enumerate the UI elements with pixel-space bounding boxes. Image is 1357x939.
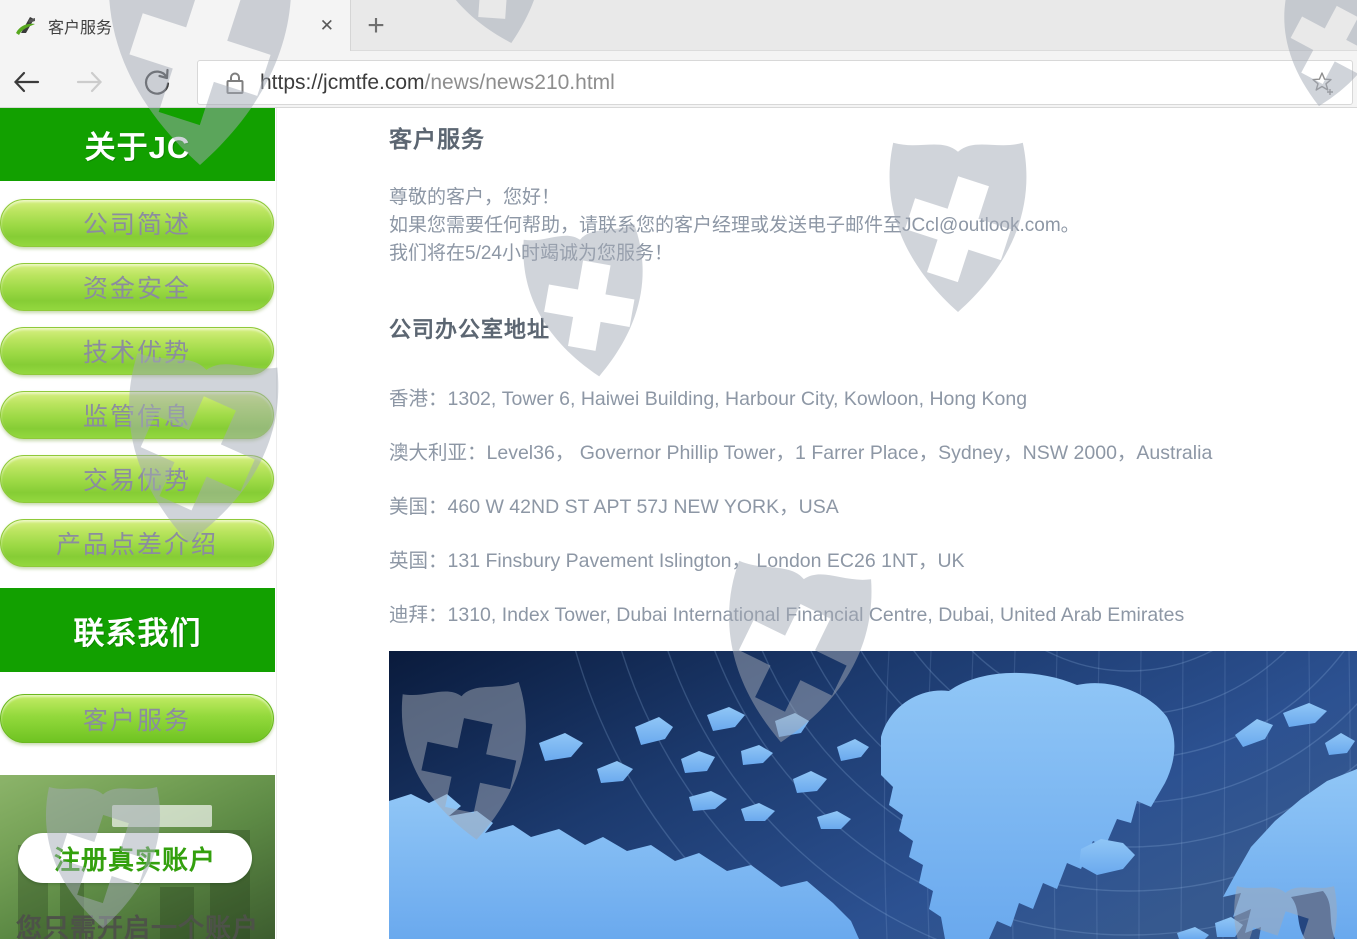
sidebar-item-regulation-info[interactable]: 监管信息 — [0, 391, 274, 439]
tab-strip: 客户服务 ✕ + — [0, 0, 1357, 51]
register-promo-panel: 注册真实账户 您只需开启一个账户 — [0, 775, 275, 939]
address-uk: 英国：131 Finsbury Pavement Islington， Lond… — [389, 544, 965, 573]
refresh-icon[interactable] — [141, 66, 173, 98]
sidebar-section-about: 关于JC — [0, 108, 275, 181]
greeting-line: 尊敬的客户，您好！ — [389, 184, 1080, 212]
url-text: https://jcmtfe.com/news/news210.html — [260, 71, 615, 95]
browser-tab[interactable]: 客户服务 ✕ — [0, 0, 351, 51]
sidebar-section-contact: 联系我们 — [0, 588, 275, 672]
sidebar-item-customer-service[interactable]: 客户服务 — [0, 694, 274, 743]
tab-title: 客户服务 — [48, 14, 112, 38]
register-real-account-button[interactable]: 注册真实账户 — [18, 833, 252, 883]
forward-icon — [74, 66, 106, 98]
browser-window: 客户服务 ✕ + https://jcmtfe.com/news/news210… — [0, 0, 1357, 939]
greeting-line: 我们将在5/24小时竭诚为您服务！ — [389, 240, 1080, 268]
world-map-image — [389, 651, 1357, 939]
sidebar-item-fund-safety[interactable]: 资金安全 — [0, 263, 274, 311]
promo-photo-sign — [112, 805, 212, 827]
favorite-star-icon[interactable] — [1310, 70, 1336, 96]
office-address-heading: 公司办公室地址 — [389, 312, 550, 344]
address-bar[interactable]: https://jcmtfe.com/news/news210.html — [197, 60, 1353, 105]
sidebar: 关于JC 公司简述 资金安全 技术优势 监管信息 交易优势 产品点差介绍 联系我… — [0, 108, 277, 939]
greeting-line: 如果您需要任何帮助，请联系您的客户经理或发送电子邮件至JCcl@outlook.… — [389, 212, 1080, 240]
sidebar-item-trading-advantage[interactable]: 交易优势 — [0, 455, 274, 503]
site-favicon-icon — [14, 14, 38, 38]
new-tab-icon[interactable]: + — [358, 8, 394, 44]
address-usa: 美国：460 W 42ND ST APT 57J NEW YORK，USA — [389, 490, 839, 519]
back-icon[interactable] — [10, 66, 42, 98]
page-title: 客户服务 — [389, 120, 485, 154]
address-australia: 澳大利亚：Level36， Governor Phillip Tower，1 F… — [389, 436, 1212, 465]
lock-icon — [224, 69, 246, 97]
address-hongkong: 香港：1302, Tower 6, Haiwei Building, Harbo… — [389, 382, 1027, 411]
close-tab-icon[interactable]: ✕ — [320, 17, 334, 34]
greeting-paragraph: 尊敬的客户，您好！ 如果您需要任何帮助，请联系您的客户经理或发送电子邮件至JCc… — [389, 184, 1080, 268]
sidebar-item-company-overview[interactable]: 公司简述 — [0, 199, 274, 247]
main-content: 客户服务 尊敬的客户，您好！ 如果您需要任何帮助，请联系您的客户经理或发送电子邮… — [389, 108, 1357, 939]
sidebar-item-product-spreads[interactable]: 产品点差介绍 — [0, 519, 274, 567]
address-dubai: 迪拜：1310, Index Tower, Dubai Internationa… — [389, 598, 1184, 627]
promo-caption: 您只需开启一个账户 — [0, 908, 275, 939]
sidebar-item-tech-advantage[interactable]: 技术优势 — [0, 327, 274, 375]
